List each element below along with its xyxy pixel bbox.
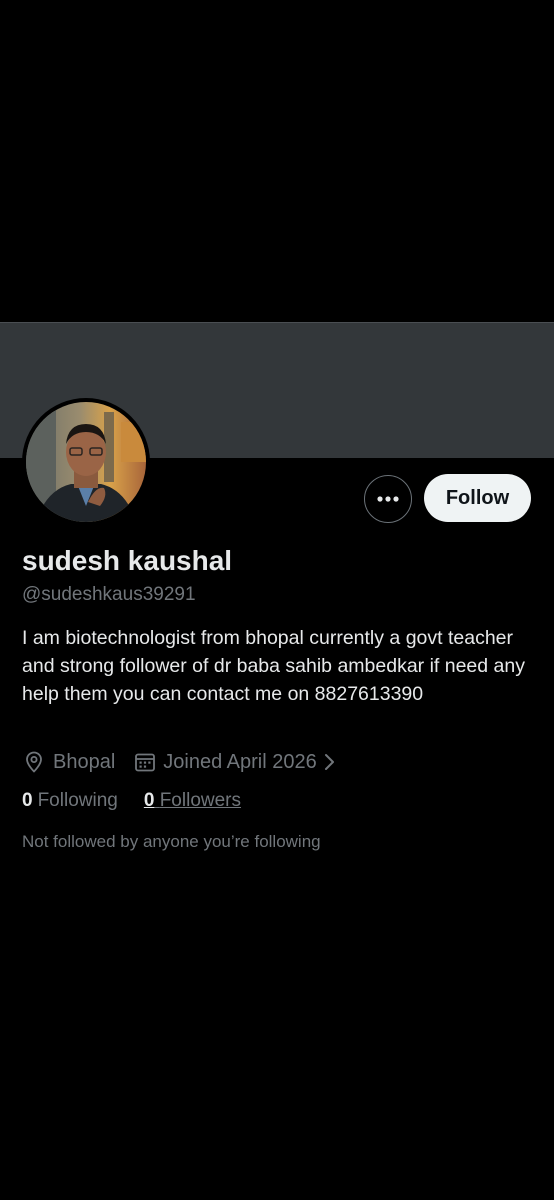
following-count: 0	[22, 790, 33, 811]
followers-link[interactable]: 0 Followers	[144, 790, 241, 812]
mutuals-note: Not followed by anyone you’re following	[22, 832, 321, 851]
more-options-button[interactable]	[364, 475, 412, 523]
followers-label: Followers	[154, 790, 241, 812]
avatar[interactable]	[22, 398, 150, 526]
follow-button[interactable]: Follow	[424, 474, 531, 522]
profile-name: sudesh kaushal	[22, 545, 233, 576]
following-link[interactable]: 0 Following	[22, 790, 118, 812]
following-label: Following	[37, 790, 118, 811]
joined-item[interactable]: Joined April 2026	[133, 750, 336, 774]
followers-count: 0	[143, 790, 155, 811]
profile-handle: @sudeshkaus39291	[22, 584, 196, 605]
location-text: Bhopal	[53, 750, 116, 773]
profile-bio: I am biotechnologist from bhopal current…	[22, 627, 525, 705]
more-horizontal-icon	[377, 496, 399, 502]
calendar-icon	[135, 753, 156, 772]
follow-counts: 0 Following 0 Followers	[22, 790, 241, 812]
location-pin-icon	[26, 751, 42, 773]
avatar-photo	[26, 402, 146, 522]
chevron-right-icon	[324, 754, 334, 770]
followers-label-text: Followers	[159, 790, 242, 811]
joined-text: Joined April 2026	[163, 750, 317, 773]
profile-meta: Bhopal Joined April 2026	[22, 747, 337, 777]
location-item: Bhopal	[22, 750, 115, 774]
